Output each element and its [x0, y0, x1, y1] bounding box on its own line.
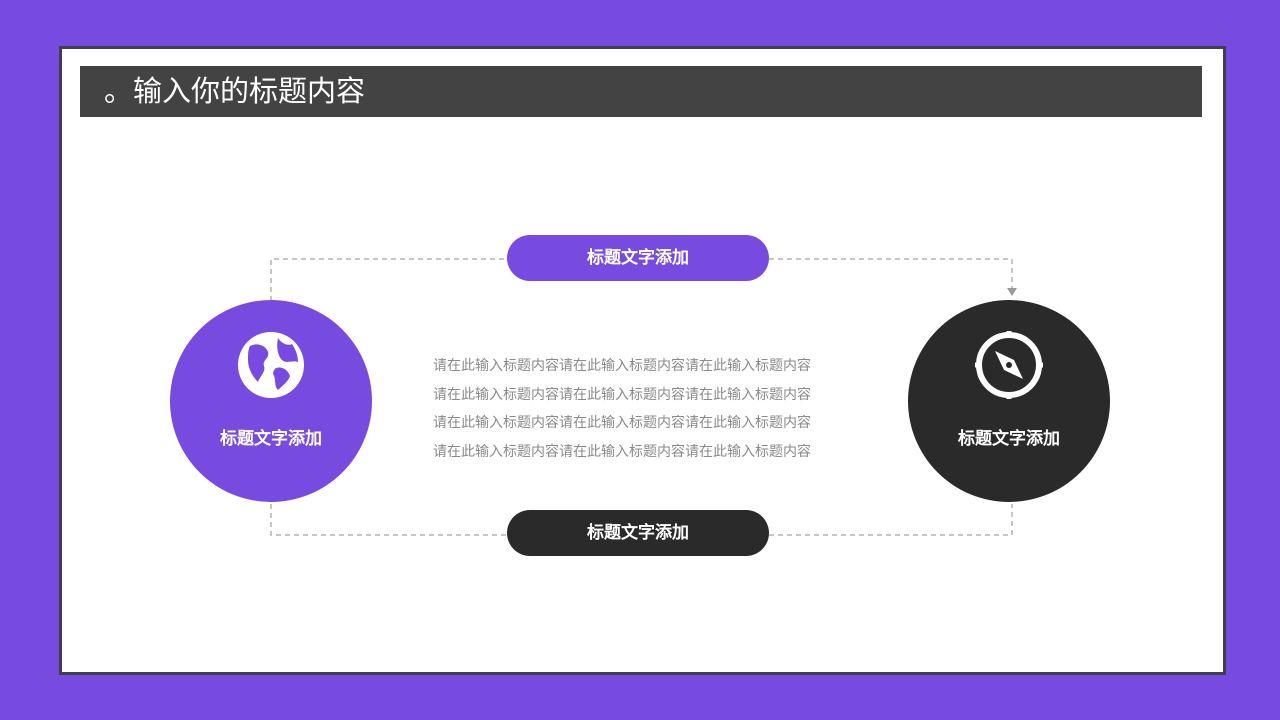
- body-text-line: 请在此输入标题内容请在此输入标题内容请在此输入标题内容: [433, 358, 811, 374]
- body-text-line: 请在此输入标题内容请在此输入标题内容请在此输入标题内容: [433, 415, 811, 431]
- body-text: 请在此输入标题内容请在此输入标题内容请在此输入标题内容 请在此输入标题内容请在此…: [392, 352, 852, 466]
- body-text-line: 请在此输入标题内容请在此输入标题内容请在此输入标题内容: [433, 386, 811, 403]
- bottom-title-label: 标题文字添加: [587, 523, 689, 543]
- globe-icon: [238, 332, 304, 398]
- top-title-label: 标题文字添加: [587, 248, 689, 268]
- arrow-head: [1007, 288, 1017, 296]
- right-circle: 标题文字添加: [908, 300, 1110, 502]
- bottom-title-pill: 标题文字添加: [507, 510, 769, 556]
- right-circle-label: 标题文字添加: [958, 429, 1060, 449]
- slide: 。输入你的标题内容 标题文字添加 标题文字添加 标题文字添加 标题文字添加 请在…: [59, 46, 1226, 675]
- left-circle-label: 标题文字添加: [220, 429, 322, 449]
- body-text-line: 请在此输入标题内容请在此输入标题内容请在此输入标题内容: [433, 443, 811, 460]
- compass-icon: [975, 331, 1043, 399]
- left-circle: 标题文字添加: [170, 300, 372, 502]
- top-title-pill: 标题文字添加: [507, 235, 769, 281]
